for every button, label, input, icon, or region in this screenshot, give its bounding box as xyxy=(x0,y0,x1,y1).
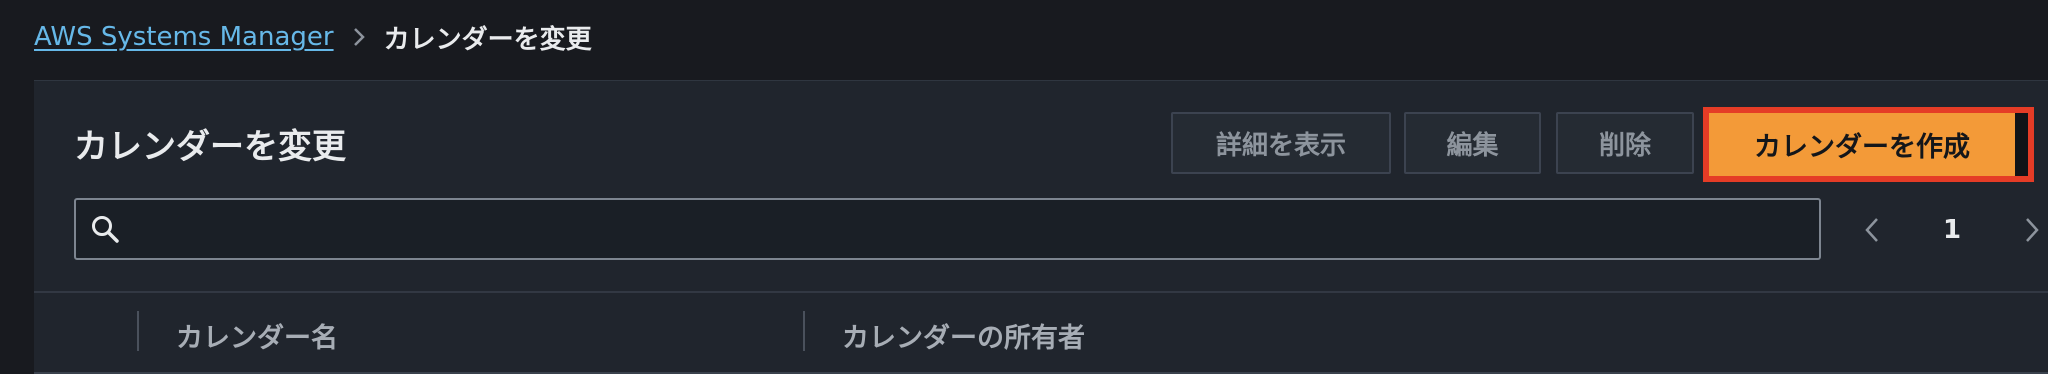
search-input[interactable] xyxy=(120,200,1819,258)
panel-title: カレンダーを変更 xyxy=(74,127,346,167)
breadcrumb: AWS Systems Manager カレンダーを変更 xyxy=(34,18,592,56)
pagination: 1 xyxy=(1862,202,2042,258)
create-calendar-button[interactable]: カレンダーを作成 xyxy=(1709,113,2015,176)
column-divider[interactable] xyxy=(803,311,805,351)
chevron-left-icon[interactable] xyxy=(1862,215,1882,245)
column-header-calendar-name[interactable]: カレンダー名 xyxy=(176,316,338,355)
column-header-calendar-owner[interactable]: カレンダーの所有者 xyxy=(842,316,1085,355)
search-icon xyxy=(90,214,120,244)
edit-button[interactable]: 編集 xyxy=(1404,112,1541,174)
breadcrumb-current: カレンダーを変更 xyxy=(383,24,592,55)
table-header: カレンダー名 カレンダーの所有者 xyxy=(34,291,2048,374)
chevron-right-icon[interactable] xyxy=(2022,215,2042,245)
chevron-right-icon xyxy=(352,26,366,48)
view-details-button[interactable]: 詳細を表示 xyxy=(1171,112,1391,174)
current-page-number[interactable]: 1 xyxy=(1943,215,1961,245)
breadcrumb-link-systems-manager[interactable]: AWS Systems Manager xyxy=(34,22,334,52)
search-field[interactable] xyxy=(74,198,1821,260)
create-calendar-highlight: カレンダーを作成 xyxy=(1703,107,2034,182)
change-calendar-panel: カレンダーを変更 詳細を表示 編集 削除 カレンダーを作成 1 カレンダー名 カ… xyxy=(34,80,2048,374)
delete-button[interactable]: 削除 xyxy=(1556,112,1694,174)
column-divider[interactable] xyxy=(137,311,139,351)
button-edge xyxy=(2015,113,2028,176)
